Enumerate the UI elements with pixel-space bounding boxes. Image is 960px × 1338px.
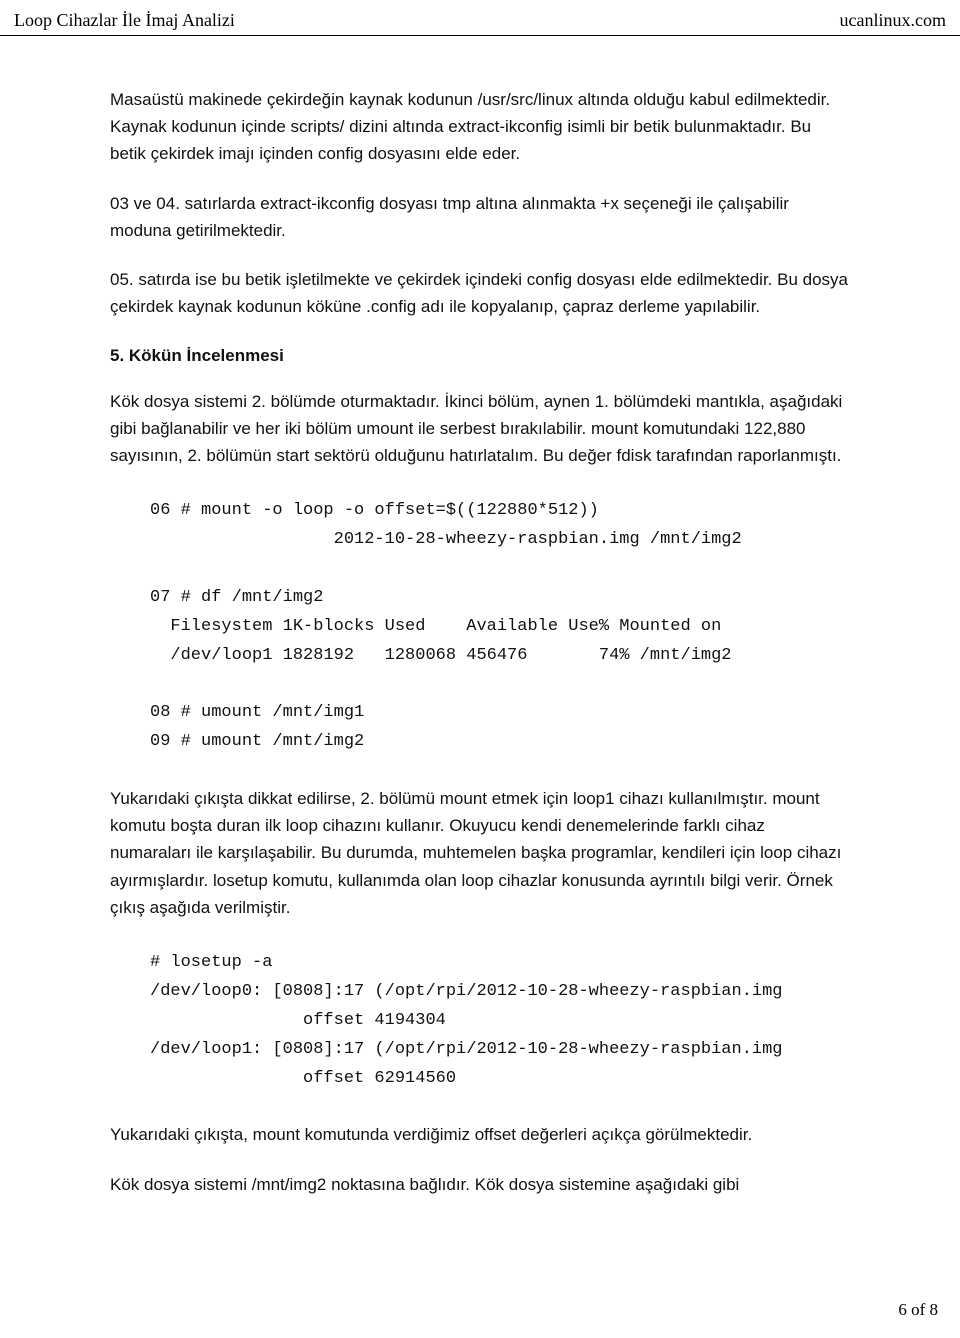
paragraph-3: 05. satırda ise bu betik işletilmekte ve… — [110, 266, 850, 320]
page-content: Masaüstü makinede çekirdeğin kaynak kodu… — [0, 36, 960, 1240]
page-header: Loop Cihazlar İle İmaj Analizi ucanlinux… — [0, 0, 960, 36]
page-indicator: 6 of 8 — [898, 1300, 938, 1319]
header-title: Loop Cihazlar İle İmaj Analizi — [14, 10, 235, 31]
paragraph-4: Kök dosya sistemi 2. bölümde oturmaktadı… — [110, 388, 850, 470]
paragraph-2: 03 ve 04. satırlarda extract-ikconfig do… — [110, 190, 850, 244]
code-block-2: # losetup -a /dev/loop0: [0808]:17 (/opt… — [110, 949, 850, 1093]
page-container: Loop Cihazlar İle İmaj Analizi ucanlinux… — [0, 0, 960, 1338]
section-title: 5. Kökün İncelenmesi — [110, 342, 850, 369]
paragraph-1: Masaüstü makinede çekirdeğin kaynak kodu… — [110, 86, 850, 168]
paragraph-5: Yukarıdaki çıkışta dikkat edilirse, 2. b… — [110, 785, 850, 921]
paragraph-7: Kök dosya sistemi /mnt/img2 noktasına ba… — [110, 1171, 850, 1198]
code-block-1: 06 # mount -o loop -o offset=$((122880*5… — [110, 497, 850, 757]
header-site: ucanlinux.com — [840, 10, 946, 31]
page-footer: 6 of 8 — [898, 1300, 938, 1320]
paragraph-6: Yukarıdaki çıkışta, mount komutunda verd… — [110, 1121, 850, 1148]
